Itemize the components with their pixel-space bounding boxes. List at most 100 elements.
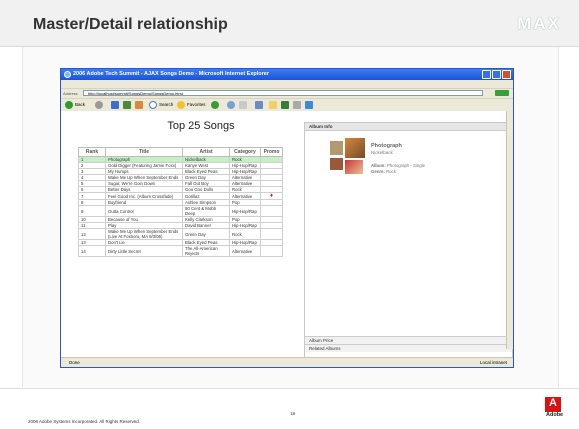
col-title[interactable]: Title xyxy=(105,147,183,157)
cell-category: Hip-Hop/Rap xyxy=(229,205,261,217)
cell-artist: 50 Cent & Mobb Deep xyxy=(182,205,230,217)
cell-category: Alternative xyxy=(229,245,261,257)
album-info-header: Album Info xyxy=(305,123,512,131)
cell-title: Outta Control xyxy=(105,205,183,217)
slide: Master/Detail relationship MAX 2006 Adob… xyxy=(0,0,579,429)
cell-title: Dirty Little Secret xyxy=(105,245,183,257)
cell-promo xyxy=(260,205,283,217)
album-cover-thumb xyxy=(345,138,365,158)
album-info-panel: Album Info Photograph Nickelback Album: … xyxy=(304,122,513,360)
address-label: Address xyxy=(63,91,78,96)
refresh-icon[interactable] xyxy=(123,101,131,109)
minimize-button[interactable] xyxy=(482,70,491,79)
max-logo: MAX xyxy=(517,14,561,33)
address-input[interactable]: http://localhost/summit/SongsDemo/SongsD… xyxy=(83,90,483,96)
page-content: Top 25 Songs Rank Title Artist Category … xyxy=(61,111,513,360)
genre-line: Genre: Rock xyxy=(371,169,396,174)
search-label[interactable]: Search xyxy=(159,102,173,107)
adobe-wordmark: Adobe xyxy=(546,412,564,418)
cell-title: Wake Me Up When September Ends (Live At … xyxy=(105,228,183,240)
go-button[interactable] xyxy=(495,90,509,96)
cell-promo xyxy=(260,228,283,240)
promo-icon: ♦ xyxy=(269,193,274,199)
table-row[interactable]: 12 Wake Me Up When September Ends (Live A… xyxy=(78,228,283,240)
cell-title: Wake Me Up When September Ends xyxy=(105,174,183,181)
slide-footer: 2006 Adobe Systems Incorporated. All Rig… xyxy=(0,388,579,429)
cell-promo xyxy=(260,245,283,257)
favorites-icon[interactable] xyxy=(177,101,185,109)
album-value: Photograph - Single xyxy=(387,163,425,168)
cell-artist: Green Day xyxy=(182,228,230,240)
cell-category: Hip-Hop/Rap xyxy=(229,222,261,229)
favorites-label[interactable]: Favorites xyxy=(187,102,206,107)
album-cover-thumb xyxy=(345,160,363,174)
browser-window: 2006 Adobe Tech Summit - AJAX Songs Demo… xyxy=(60,68,514,368)
cell-artist: Gorillaz xyxy=(182,192,230,200)
titlebar: 2006 Adobe Tech Summit - AJAX Songs Demo… xyxy=(61,69,513,80)
album-line: Album: Photograph - Single xyxy=(371,163,425,168)
album-label: Album: xyxy=(371,163,386,168)
col-rank[interactable]: Rank xyxy=(78,147,106,157)
cell-title: Gold Digger (Featuring Jamie Foxx) xyxy=(105,162,183,169)
toolbar: Back Search Favorites xyxy=(61,98,513,112)
cell-category: Rock xyxy=(229,228,261,240)
table-row[interactable]: 9 Outta Control 50 Cent & Mobb Deep Hip-Hop… xyxy=(78,205,283,217)
table-row[interactable]: 14 Dirty Little Secret The All-American Re… xyxy=(78,245,283,257)
window-title: 2006 Adobe Tech Summit - AJAX Songs Demo… xyxy=(73,70,269,77)
genre-label: Genre: xyxy=(371,169,385,174)
history-icon[interactable] xyxy=(227,101,235,109)
edit-icon[interactable] xyxy=(281,101,289,109)
col-artist[interactable]: Artist xyxy=(182,147,230,157)
cell-rank: 7 xyxy=(78,192,106,200)
cell-title: Feel Good Inc. (Album Crossfade) xyxy=(105,192,183,200)
cell-rank: 14 xyxy=(78,245,106,257)
print-icon[interactable] xyxy=(255,101,263,109)
table-header-row: Rank Title Artist Category Promo xyxy=(78,147,283,157)
back-icon[interactable] xyxy=(65,101,73,109)
media-icon[interactable] xyxy=(211,101,219,109)
cell-category: Hip-Hop/Rap xyxy=(229,239,261,246)
cell-rank: 12 xyxy=(78,228,106,240)
album-cover-thumb xyxy=(330,141,343,155)
ie-icon xyxy=(64,71,71,78)
album-artist: Nickelback xyxy=(371,150,393,155)
maximize-button[interactable] xyxy=(492,70,501,79)
security-zone: Local intranet xyxy=(479,360,507,365)
slide-title: Master/Detail relationship xyxy=(33,16,228,33)
messenger-icon[interactable] xyxy=(293,101,301,109)
album-cover-thumb xyxy=(330,158,343,170)
slide-header: Master/Detail relationship MAX xyxy=(0,0,579,47)
vertical-scrollbar[interactable] xyxy=(506,111,513,349)
forward-icon[interactable] xyxy=(95,101,103,109)
menu-bar: File Edit View Favorites Tools Help xyxy=(61,80,513,94)
album-price-row[interactable]: Album Price xyxy=(305,336,512,344)
col-category[interactable]: Category xyxy=(229,147,261,157)
cell-artist: The All-American Rejects xyxy=(182,245,230,257)
cell-category: Alternative xyxy=(229,192,261,200)
close-button[interactable] xyxy=(502,70,511,79)
address-bar: Address http://localhost/summit/SongsDem… xyxy=(61,88,513,98)
status-bar: Done Local intranet xyxy=(61,357,513,367)
copyright-text: 2006 Adobe Systems Incorporated. All Rig… xyxy=(28,419,141,424)
mail-icon[interactable] xyxy=(239,101,247,109)
back-label[interactable]: Back xyxy=(75,102,85,107)
research-icon[interactable] xyxy=(305,101,313,109)
adobe-logo-mark xyxy=(545,397,561,412)
related-albums-row[interactable]: Related Albums xyxy=(305,344,512,352)
cell-category: Hip-Hop/Rap xyxy=(229,162,261,169)
cell-category: Hip-Hop/Rap xyxy=(229,168,261,175)
genre-value: Rock xyxy=(386,169,396,174)
search-icon[interactable] xyxy=(149,101,157,109)
songs-table: Rank Title Artist Category Promo 1 Photog… xyxy=(78,147,283,257)
songs-title: Top 25 Songs xyxy=(167,120,235,132)
cell-promo: ♦ xyxy=(260,192,283,200)
stop-icon[interactable] xyxy=(111,101,119,109)
home-icon[interactable] xyxy=(135,101,143,109)
table-row[interactable]: 7 Feel Good Inc. (Album Crossfade) Gorilla… xyxy=(78,192,283,200)
folder-icon[interactable] xyxy=(269,101,277,109)
adobe-logo: Adobe xyxy=(545,397,564,419)
status-text: Done xyxy=(69,360,80,365)
cell-rank: 9 xyxy=(78,205,106,217)
col-promo[interactable]: Promo xyxy=(260,147,283,157)
album-song-name: Photograph xyxy=(371,143,402,149)
